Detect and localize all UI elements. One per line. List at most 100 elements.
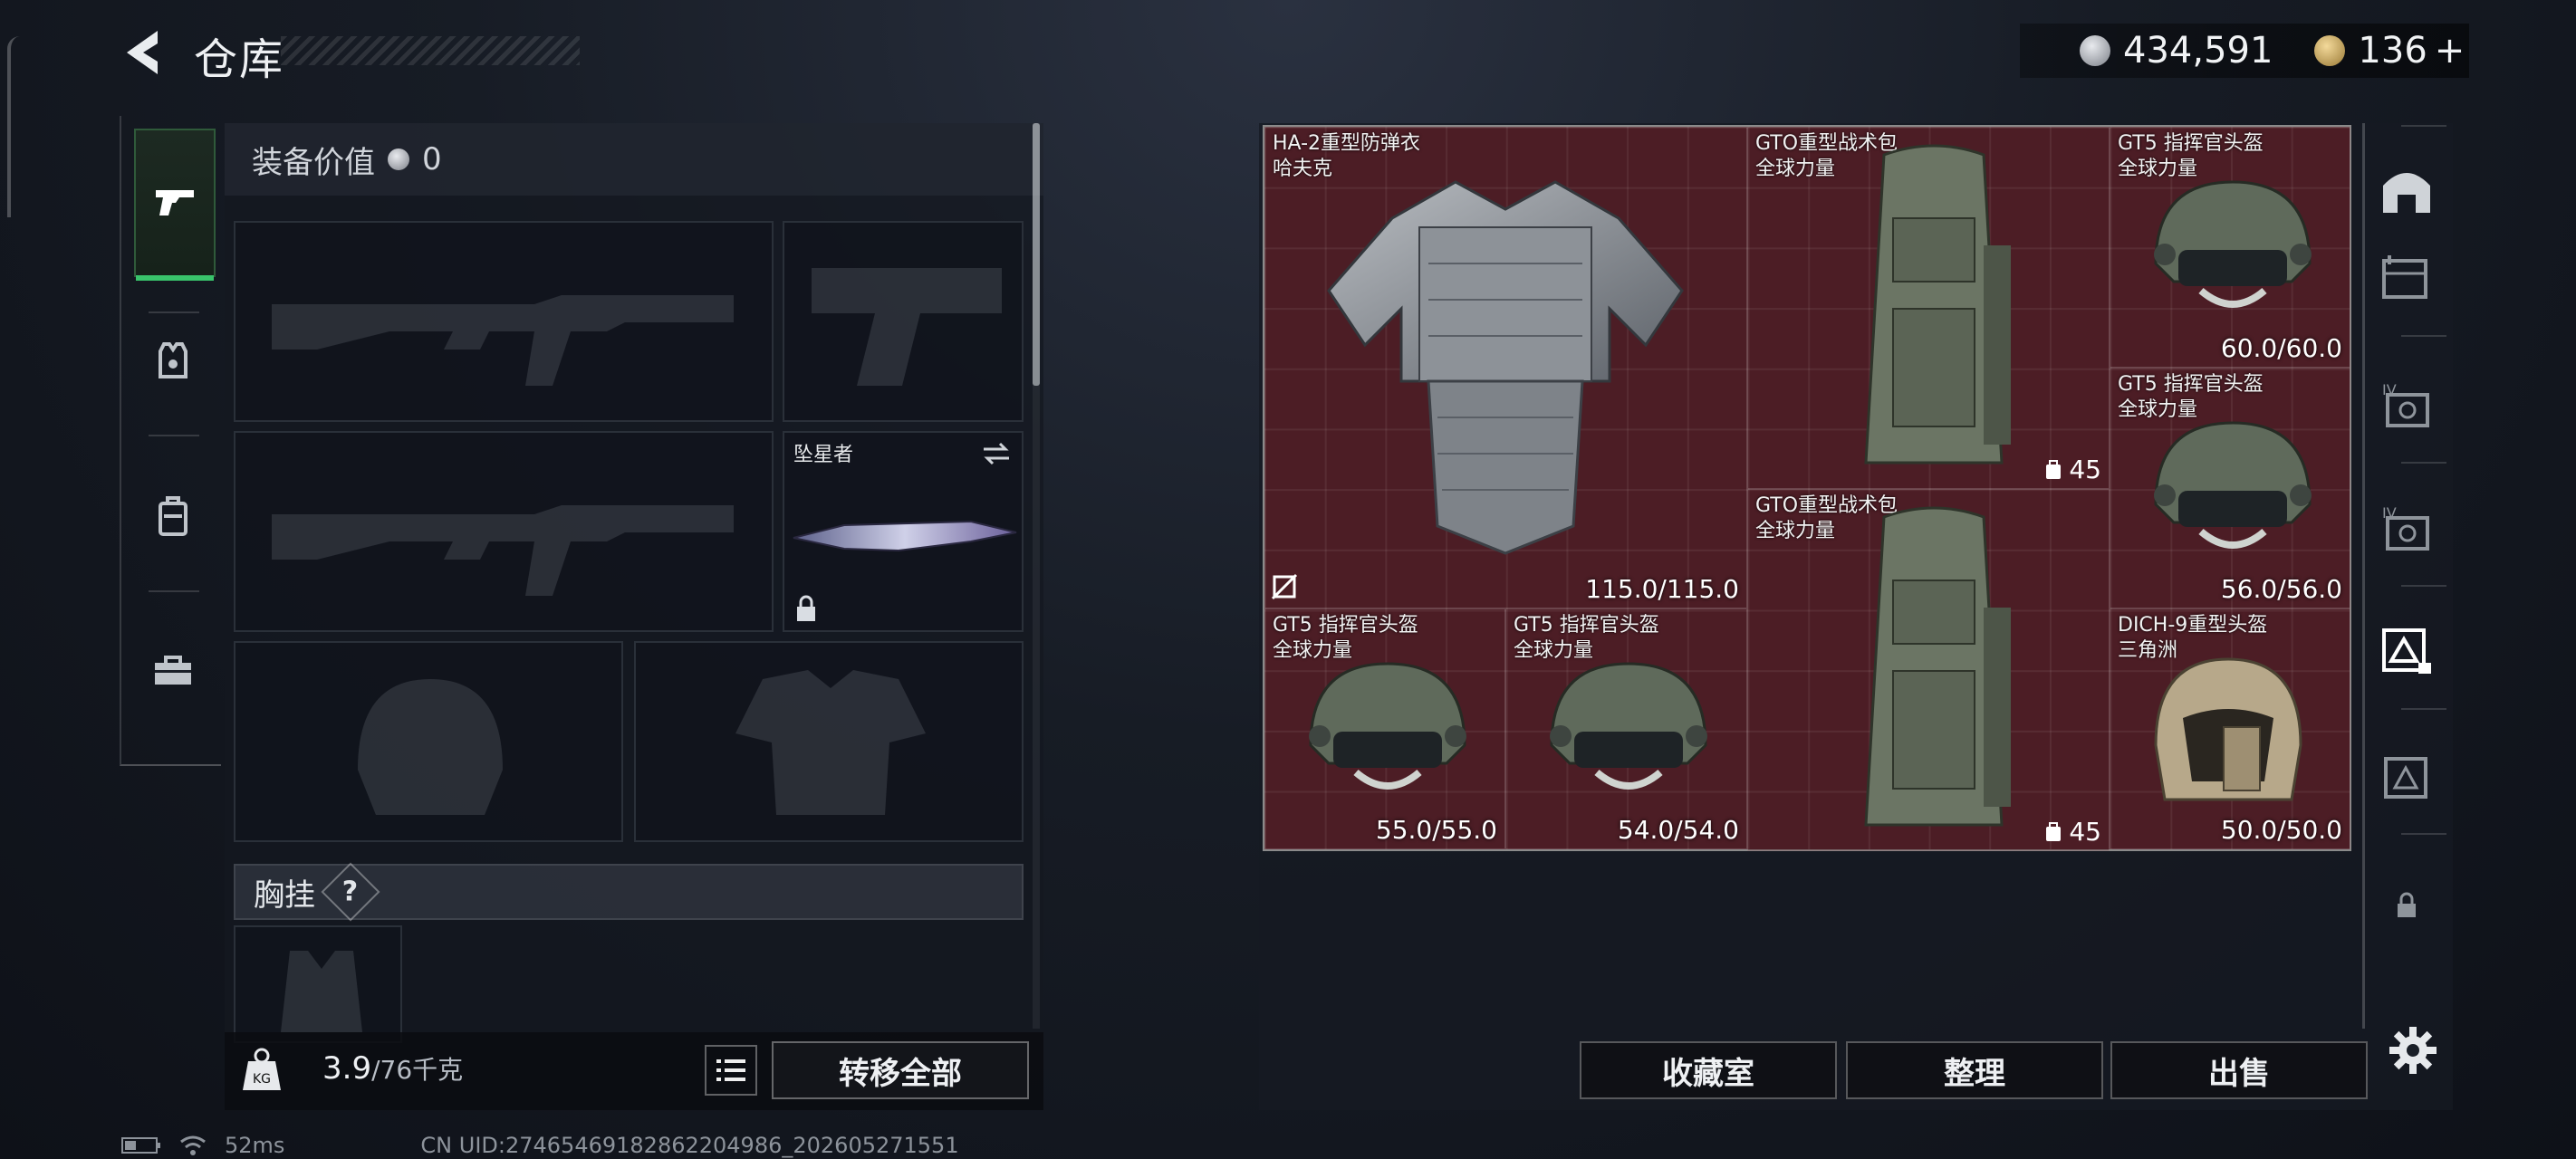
melee-name: 坠星者 xyxy=(793,444,854,466)
capacity-icon xyxy=(2046,821,2062,841)
equipment-value-label: 装备价值 xyxy=(252,144,375,181)
collection-room-button[interactable]: 收藏室 xyxy=(1580,1041,1837,1099)
item-helmet[interactable]: GT5 指挥官头盔 全球力量 55.0/55.0 xyxy=(1264,608,1505,849)
list-icon xyxy=(716,1059,745,1081)
currency-bar: 434,591 136 + xyxy=(2020,24,2469,78)
item-durability: 60.0/60.0 xyxy=(2220,333,2342,363)
silver-coin-icon xyxy=(388,148,409,170)
screen-edge-decoration xyxy=(7,36,20,217)
storage-tab-2[interactable]: IV xyxy=(2378,375,2436,433)
storage-tab-locked[interactable] xyxy=(2378,876,2436,934)
storage-tab-all[interactable] xyxy=(2378,161,2436,219)
rifle-silhouette-icon xyxy=(272,295,734,386)
helmet-image xyxy=(1309,662,1466,790)
item-helmet[interactable]: GT5 指挥官头盔 全球力量 60.0/60.0 xyxy=(2110,127,2350,368)
status-bar: 52ms CN UID:27465469182862204986_2026052… xyxy=(121,1132,959,1159)
item-helmet[interactable]: GT5 指挥官头盔 全球力量 56.0/56.0 xyxy=(2110,368,2350,608)
capacity-icon xyxy=(2046,459,2062,479)
helmet-silhouette-icon xyxy=(358,679,503,815)
storage-tab-4-active[interactable] xyxy=(2378,621,2436,679)
title-decoration xyxy=(281,36,580,65)
premium-currency-icon xyxy=(2314,35,2346,66)
primary-weapon-slot[interactable] xyxy=(234,221,774,422)
item-durability: 50.0/50.0 xyxy=(2220,815,2342,845)
back-arrow-icon xyxy=(127,31,158,74)
chest-rig-silhouette-icon xyxy=(281,951,362,1032)
lock-icon xyxy=(2398,892,2416,917)
heavy-helmet-image xyxy=(2154,657,2302,801)
storage-tab-1[interactable] xyxy=(2378,248,2436,306)
item-backpack[interactable]: GTO重型战术包 全球力量 45 xyxy=(1747,127,2110,489)
helmet-slot[interactable] xyxy=(234,641,623,842)
chest-rig-slot[interactable] xyxy=(234,925,402,1043)
ping: 52ms xyxy=(225,1133,285,1158)
item-durability: 115.0/115.0 xyxy=(1585,574,1739,604)
coin-balance: 434,591 xyxy=(2123,30,2273,72)
storage-box-iv-icon: IV xyxy=(2382,381,2429,427)
tab-backpack[interactable] xyxy=(134,444,212,589)
equipment-value-header: 装备价值 0 xyxy=(225,123,1043,196)
add-premium-button[interactable]: + xyxy=(2435,30,2465,72)
list-view-button[interactable] xyxy=(705,1045,757,1096)
wifi-icon xyxy=(180,1135,206,1155)
back-button[interactable] xyxy=(118,25,168,80)
helmet-image xyxy=(2154,180,2312,308)
storage-grid: HA-2重型防弹衣哈夫克 115.0/115.0 GTO重型战术包全球力量 xyxy=(1263,125,2351,851)
weight-current: 3.9 xyxy=(322,1050,372,1087)
chest-rig-label: 胸挂 xyxy=(254,876,315,914)
organize-button[interactable]: 整理 xyxy=(1846,1041,2103,1099)
secondary-weapon-slot[interactable] xyxy=(234,431,774,632)
item-capacity: 45 xyxy=(2043,455,2101,484)
item-capacity: 45 xyxy=(2043,817,2101,847)
storage-box-delta-icon xyxy=(2384,757,2427,799)
equipment-scrollbar[interactable] xyxy=(1033,123,1040,386)
category-tab-bar xyxy=(120,116,221,766)
gear-icon xyxy=(2389,1027,2437,1074)
vest-silhouette-icon xyxy=(735,670,926,815)
tab-weapons[interactable] xyxy=(134,129,216,281)
storage-box-delta-icon xyxy=(2382,628,2431,674)
item-heavy-helmet[interactable]: DICH-9重型头盔 三角洲 50.0/50.0 xyxy=(2110,608,2350,849)
equipment-value: 0 xyxy=(422,141,442,177)
item-body-armor[interactable]: HA-2重型防弹衣 哈夫克 115.0/115.0 xyxy=(1264,127,1747,608)
armor-vest-icon xyxy=(159,342,187,378)
pistol-silhouette-icon xyxy=(812,268,1002,386)
storage-tab-bar: IV IV xyxy=(2362,123,2446,1029)
tab-armor[interactable] xyxy=(134,288,212,433)
help-icon[interactable]: ? xyxy=(321,862,380,922)
swap-icon[interactable] xyxy=(980,440,1013,467)
item-durability: 55.0/55.0 xyxy=(1375,815,1497,845)
sell-button[interactable]: 出售 xyxy=(2110,1041,2368,1099)
item-durability: 54.0/54.0 xyxy=(1617,815,1739,845)
battery-icon xyxy=(121,1137,160,1154)
weight-max: /76千克 xyxy=(371,1055,464,1085)
settings-button[interactable] xyxy=(2386,1023,2440,1078)
tab-toolbox[interactable] xyxy=(134,598,212,742)
sidearm-slot[interactable] xyxy=(783,221,1024,422)
melee-slot[interactable]: 坠星者 xyxy=(783,431,1024,632)
transfer-all-button[interactable]: 转移全部 xyxy=(772,1041,1029,1099)
chest-rig-header: 胸挂 ? xyxy=(234,862,1024,922)
helmet-image xyxy=(2154,421,2312,549)
svg-text:KG: KG xyxy=(253,1072,271,1087)
toolbox-icon xyxy=(155,656,191,685)
weight-icon: KG xyxy=(243,1048,281,1090)
item-helmet[interactable]: GT5 指挥官头盔 全球力量 54.0/54.0 xyxy=(1505,608,1747,849)
weight-readout: 3.9/76千克 xyxy=(322,1050,463,1087)
storage-tab-3[interactable]: IV xyxy=(2378,498,2436,556)
pistol-icon xyxy=(156,190,194,216)
premium-balance: 136 xyxy=(2358,30,2427,72)
rifle-silhouette-icon xyxy=(272,505,734,596)
uid: CN UID:27465469182862204986_202605271551 xyxy=(420,1133,959,1158)
backpack-image xyxy=(1864,144,2011,465)
body-armor-slot[interactable] xyxy=(634,641,1024,842)
page-title: 仓库 xyxy=(194,34,285,85)
lock-icon xyxy=(797,595,815,621)
house-icon xyxy=(2383,173,2430,213)
storage-box-iv-icon: IV xyxy=(2382,504,2429,551)
storage-tab-5[interactable] xyxy=(2378,748,2436,806)
item-backpack[interactable]: GTO重型战术包 全球力量 45 xyxy=(1747,489,2110,851)
helmet-image xyxy=(1550,662,1707,790)
silver-coin-icon xyxy=(2080,35,2110,66)
knife-icon xyxy=(793,520,1017,552)
